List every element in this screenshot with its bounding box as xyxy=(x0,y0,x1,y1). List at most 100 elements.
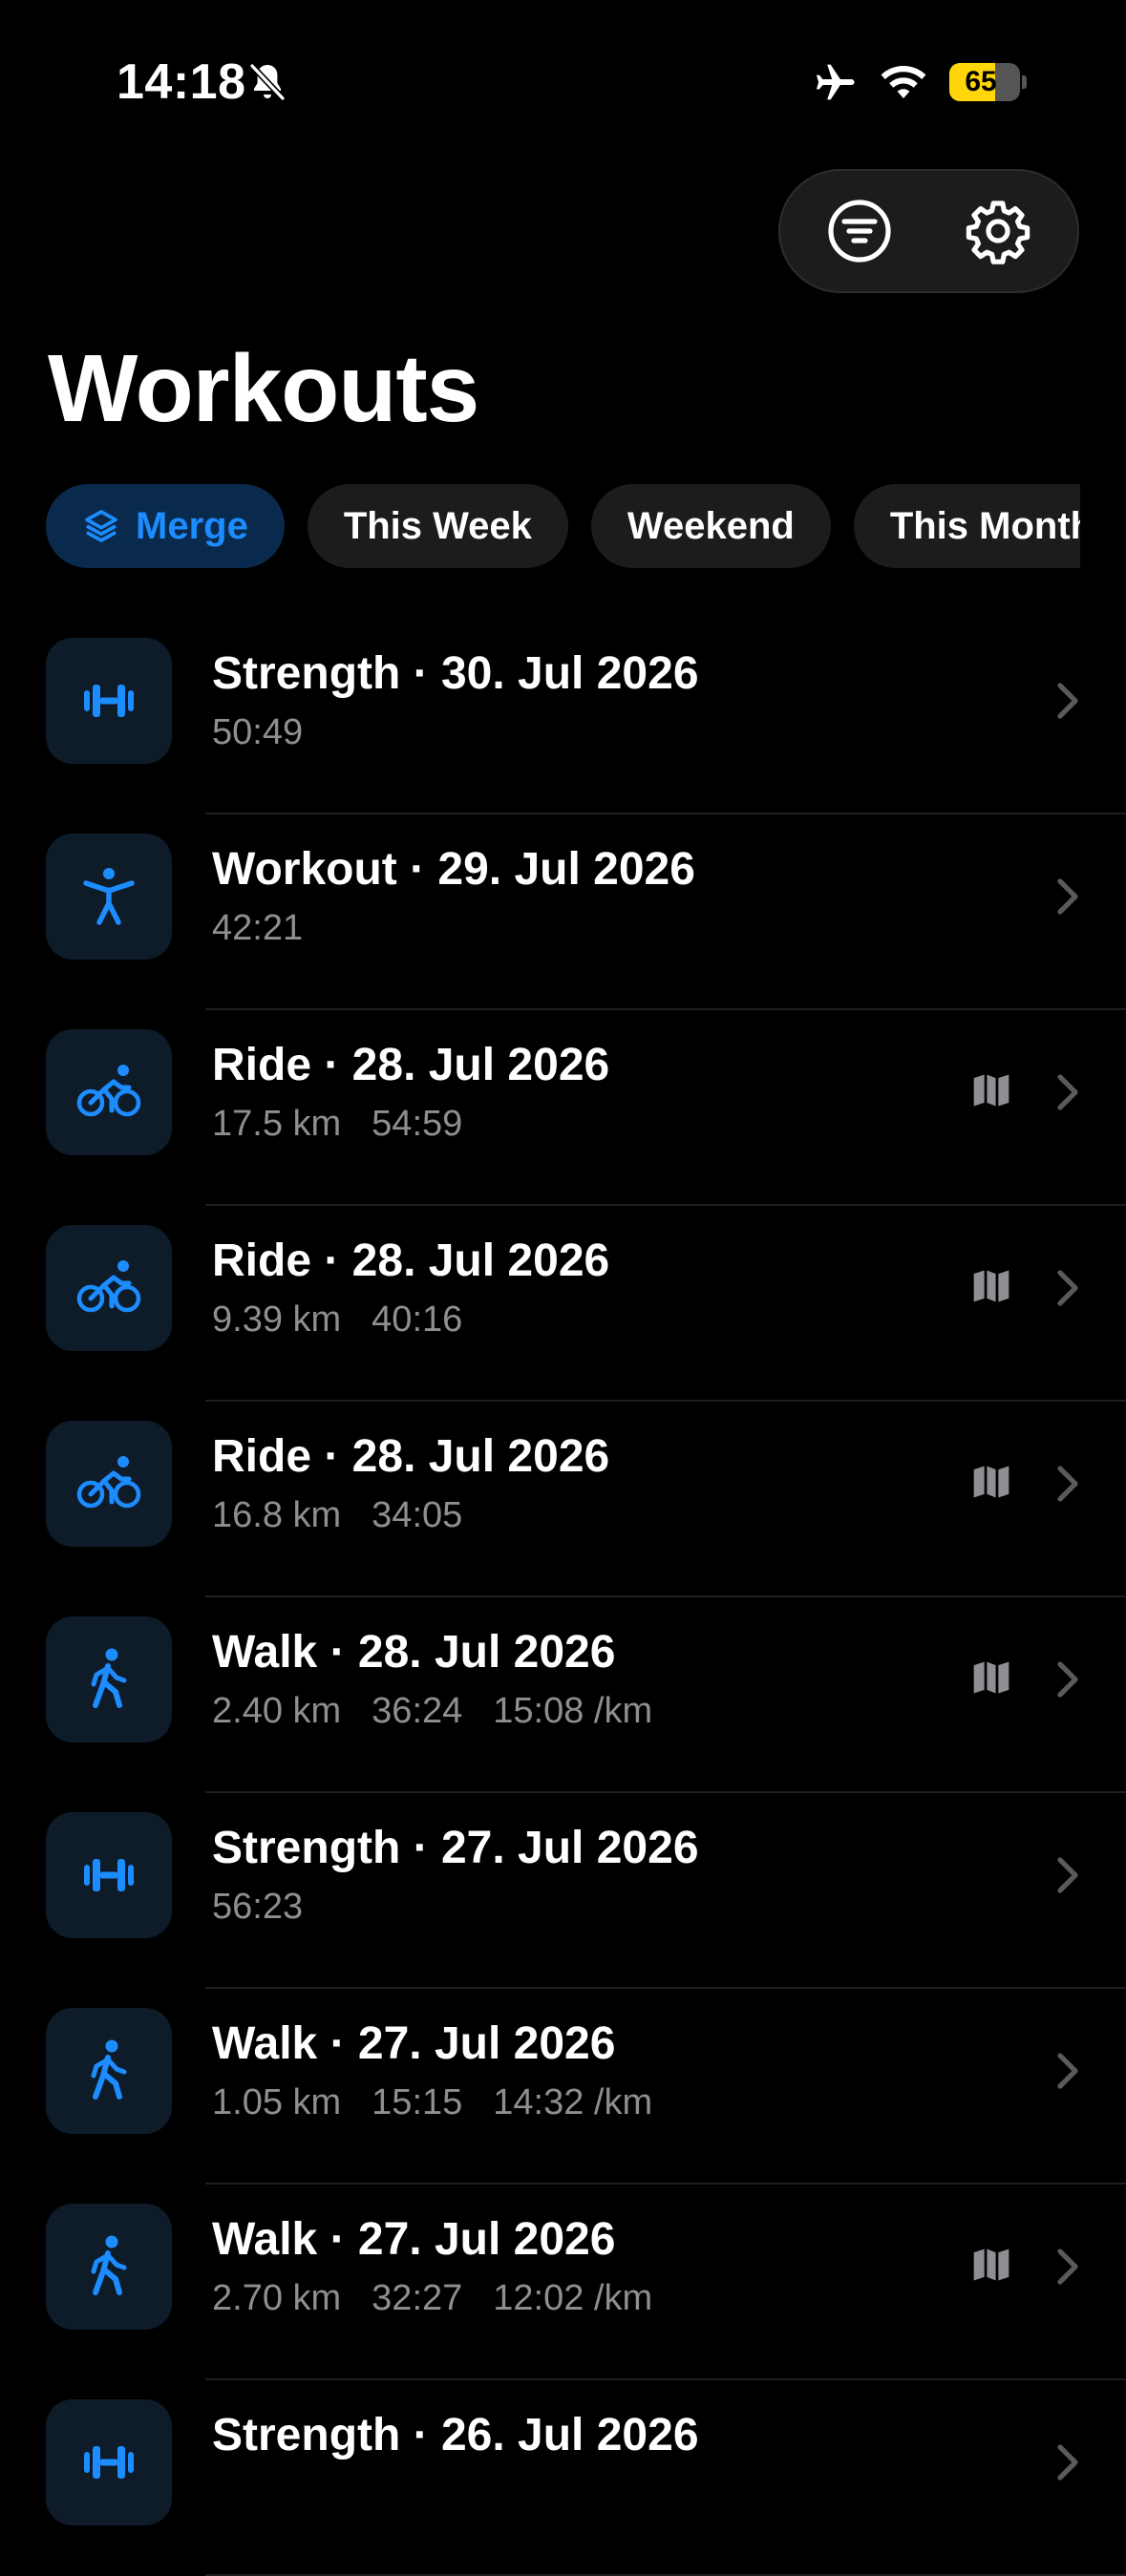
status-time: 14:18 xyxy=(117,54,246,110)
chevron-right-icon xyxy=(1057,2249,1078,2285)
workout-row[interactable]: Ride · 28. Jul 2026 9.39 km 40:16 xyxy=(0,1206,1126,1402)
bell-slash-icon xyxy=(249,63,286,101)
walk-icon xyxy=(91,2039,127,2100)
map-icon xyxy=(973,1074,1009,1107)
chevron-right-icon xyxy=(1057,683,1078,719)
workout-type-badge xyxy=(46,638,172,764)
workout-title: Walk · 27. Jul 2026 xyxy=(212,2214,616,2265)
workout-type-badge xyxy=(46,1225,172,1351)
workout-title: Ride · 28. Jul 2026 xyxy=(212,1431,610,1482)
workout-title: Ride · 28. Jul 2026 xyxy=(212,1235,610,1286)
settings-button[interactable] xyxy=(926,169,1070,293)
workout-stat: 2.70 km xyxy=(212,2278,342,2318)
battery-level: 65 xyxy=(965,66,997,97)
workout-stats: 1.05 km 15:15 14:32 /km xyxy=(212,2082,652,2123)
workout-row[interactable]: Strength · 30. Jul 2026 50:49 xyxy=(0,619,1126,814)
battery-indicator: 65 xyxy=(949,63,1027,101)
workout-stat: 17.5 km xyxy=(212,1104,342,1144)
workout-type-badge xyxy=(46,1029,172,1155)
stack-icon xyxy=(85,510,117,542)
bicycle-icon xyxy=(76,1456,141,1509)
workout-type-badge xyxy=(46,834,172,960)
workout-stats: 17.5 km 54:59 xyxy=(212,1104,462,1145)
chevron-right-icon xyxy=(1057,1466,1078,1502)
chip-this-week[interactable]: This Week xyxy=(307,484,568,568)
wifi-icon xyxy=(881,65,926,98)
workout-type-badge xyxy=(46,2008,172,2134)
workout-stat: 34:05 xyxy=(372,1495,463,1535)
status-bar: 14:18 65 xyxy=(0,0,1126,162)
chevron-right-icon xyxy=(1057,1857,1078,1893)
workout-row[interactable]: Walk · 27. Jul 2026 2.70 km 32:27 12:02 /km xyxy=(0,2185,1126,2380)
workout-stat: 14:32 /km xyxy=(493,2082,653,2122)
filter-button[interactable] xyxy=(788,169,931,293)
chip-weekend[interactable]: Weekend xyxy=(590,484,831,568)
chip-label: Weekend xyxy=(627,504,795,547)
workout-stat: 9.39 km xyxy=(212,1299,342,1340)
workout-row[interactable]: Workout · 29. Jul 2026 42:21 xyxy=(0,814,1126,1010)
workout-stat: 16.8 km xyxy=(212,1495,342,1535)
workout-row[interactable]: Walk · 27. Jul 2026 1.05 km 15:15 14:32 /km xyxy=(0,1989,1126,2185)
dumbbell-icon xyxy=(84,2446,134,2479)
gear-icon xyxy=(966,201,1030,264)
workout-title: Walk · 28. Jul 2026 xyxy=(212,1627,616,1678)
workout-title: Strength · 26. Jul 2026 xyxy=(212,2410,699,2460)
workout-stat: 50:49 xyxy=(212,712,304,752)
workout-row[interactable]: Strength · 27. Jul 2026 56:23 xyxy=(0,1793,1126,1989)
chip-label: This Month xyxy=(889,504,1080,547)
airplane-icon xyxy=(816,64,855,100)
workout-title: Workout · 29. Jul 2026 xyxy=(212,844,695,895)
chip-label: Merge xyxy=(136,504,248,547)
map-icon xyxy=(973,1661,1009,1694)
chevron-right-icon xyxy=(1057,878,1078,915)
workout-type-badge xyxy=(46,1812,172,1938)
workout-type-badge xyxy=(46,1421,172,1547)
workout-row[interactable]: Ride · 28. Jul 2026 16.8 km 34:05 xyxy=(0,1402,1126,1597)
chip-merge[interactable]: Merge xyxy=(46,484,285,568)
walk-icon xyxy=(91,1648,127,1708)
workout-stat: 56:23 xyxy=(212,1887,304,1927)
workout-stats: 42:21 xyxy=(212,908,303,949)
workout-stat: 15:08 /km xyxy=(493,1691,653,1731)
workout-stats: 50:49 xyxy=(212,712,303,753)
workout-stat: 12:02 /km xyxy=(493,2278,653,2318)
chip-this-month[interactable]: This Month xyxy=(853,484,1080,568)
workout-stat: 32:27 xyxy=(372,2278,463,2318)
chip-label: This Week xyxy=(343,504,532,547)
workout-stat: 2.40 km xyxy=(212,1691,342,1731)
workout-stat: 42:21 xyxy=(212,908,304,948)
workout-stat: 1.05 km xyxy=(212,2082,342,2122)
workout-row[interactable]: Ride · 28. Jul 2026 17.5 km 54:59 xyxy=(0,1010,1126,1206)
filter-icon xyxy=(828,200,891,263)
page-title: Workouts xyxy=(48,335,479,442)
bicycle-icon xyxy=(76,1260,141,1313)
workout-stats: 2.70 km 32:27 12:02 /km xyxy=(212,2278,652,2319)
workout-stat: 40:16 xyxy=(372,1299,463,1340)
workout-type-badge xyxy=(46,1616,172,1742)
workout-list: Strength · 30. Jul 2026 50:49 Workout · 29… xyxy=(0,619,1126,2576)
workout-title: Walk · 27. Jul 2026 xyxy=(212,2018,616,2069)
workout-stat: 54:59 xyxy=(372,1104,463,1144)
workout-row[interactable]: Strength · 26. Jul 2026 xyxy=(0,2380,1126,2576)
workout-stats: 56:23 xyxy=(212,1887,303,1928)
workout-stat: 36:24 xyxy=(372,1691,463,1731)
walk-icon xyxy=(91,2235,127,2295)
chevron-right-icon xyxy=(1057,1661,1078,1698)
workout-stats: 2.40 km 36:24 15:08 /km xyxy=(212,1691,652,1732)
map-icon xyxy=(973,1270,1009,1302)
workout-stats: 9.39 km 40:16 xyxy=(212,1299,462,1341)
chevron-right-icon xyxy=(1057,2053,1078,2089)
map-icon xyxy=(973,1466,1009,1498)
workout-row[interactable]: Walk · 28. Jul 2026 2.40 km 36:24 15:08 /km xyxy=(0,1597,1126,1793)
workout-type-badge xyxy=(46,2399,172,2525)
chevron-right-icon xyxy=(1057,1074,1078,1110)
bicycle-icon xyxy=(76,1065,141,1117)
workout-stats: 16.8 km 34:05 xyxy=(212,1495,462,1536)
chevron-right-icon xyxy=(1057,2444,1078,2481)
workout-type-badge xyxy=(46,2204,172,2330)
workout-title: Ride · 28. Jul 2026 xyxy=(212,1040,610,1090)
figure-icon xyxy=(83,868,135,925)
workout-title: Strength · 27. Jul 2026 xyxy=(212,1823,699,1873)
chevron-right-icon xyxy=(1057,1270,1078,1306)
map-icon xyxy=(973,2249,1009,2281)
